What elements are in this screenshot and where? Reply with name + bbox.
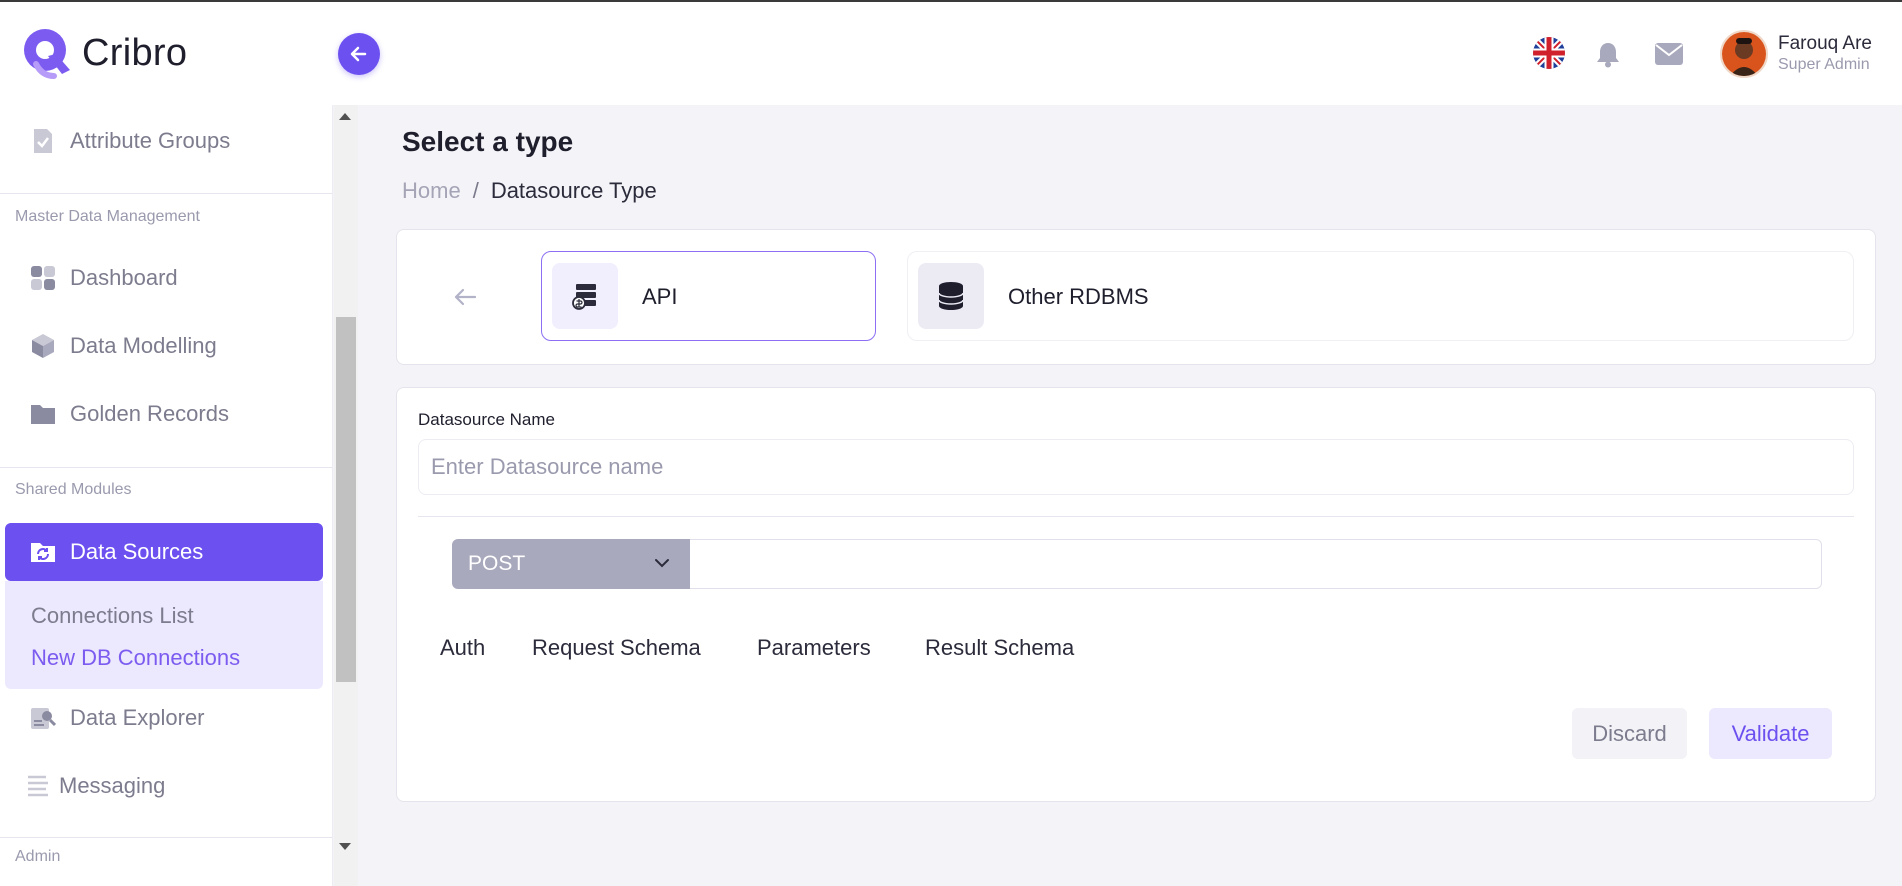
type-option-api[interactable]: API — [541, 251, 876, 341]
sidebar-item-data-explorer[interactable]: Data Explorer — [0, 692, 332, 744]
datasource-name-label: Datasource Name — [418, 410, 556, 429]
breadcrumb-home[interactable]: Home — [402, 178, 461, 204]
tab-request-schema[interactable]: Request Schema — [532, 635, 701, 661]
sidebar-item-data-modelling[interactable]: Data Modelling — [0, 320, 332, 372]
collapse-sidebar-button[interactable] — [338, 33, 380, 75]
bell-icon[interactable] — [1594, 40, 1622, 73]
tab-result-schema[interactable]: Result Schema — [925, 635, 1074, 661]
sidebar-divider — [0, 467, 332, 468]
sidebar-item-messaging[interactable]: Messaging — [0, 760, 332, 812]
page-title: Select a type — [402, 126, 574, 157]
sidebar-item-label: Golden Records — [70, 401, 229, 426]
data-sources-submenu: Connections List New DB Connections — [5, 581, 323, 689]
sidebar-item-label: Data Sources — [70, 539, 204, 564]
database-icon — [918, 263, 984, 329]
arrow-left-icon — [454, 288, 477, 306]
user-search-icon — [31, 708, 56, 729]
endpoint-url-input[interactable] — [690, 539, 1822, 589]
sidebar-item-label: Attribute Groups — [70, 128, 231, 153]
breadcrumb-separator: / — [472, 178, 479, 203]
type-option-label: Other RDBMS — [1008, 284, 1149, 309]
validate-button[interactable]: Validate — [1709, 708, 1832, 759]
server-icon — [552, 263, 618, 329]
datasource-name-input[interactable] — [418, 439, 1854, 495]
tab-parameters[interactable]: Parameters — [757, 635, 871, 661]
sidebar-item-label: Messaging — [59, 773, 166, 798]
sidebar-scrollbar[interactable] — [334, 105, 358, 886]
breadcrumb-current: Datasource Type — [490, 178, 657, 203]
http-method-value: POST — [468, 552, 526, 575]
scrollbar-thumb[interactable] — [336, 317, 356, 682]
folder-icon — [31, 405, 55, 424]
sidebar-divider — [0, 837, 332, 838]
sidebar-item-dashboard[interactable]: Dashboard — [0, 252, 332, 304]
breadcrumb: Home / Datasource Type — [402, 178, 657, 204]
http-method-select[interactable]: POST — [452, 539, 690, 589]
app-logo[interactable]: Cribro — [18, 26, 187, 80]
mail-icon[interactable] — [1654, 42, 1684, 71]
sidebar: Attribute Groups Master Data Management … — [0, 105, 333, 886]
scroll-down-arrow-icon[interactable] — [339, 843, 351, 850]
type-option-other-rdbms[interactable]: Other RDBMS — [907, 251, 1854, 341]
sidebar-divider — [0, 193, 332, 194]
user-name: Farouq Are — [1778, 33, 1872, 54]
grid-icon — [31, 266, 55, 290]
lines-icon — [28, 775, 48, 797]
submenu-item-new-db-connections[interactable]: New DB Connections — [31, 645, 240, 671]
logo-icon — [24, 29, 70, 79]
submenu-item-connections-list[interactable]: Connections List — [31, 603, 194, 629]
discard-button[interactable]: Discard — [1572, 708, 1687, 759]
top-header: Cribro Farouq Are Super Admin — [0, 2, 1902, 105]
user-role: Super Admin — [1778, 56, 1870, 73]
section-title-shared-modules: Shared Modules — [15, 481, 132, 498]
avatar[interactable] — [1720, 30, 1768, 78]
cube-icon — [32, 334, 54, 358]
document-check-icon — [34, 129, 52, 153]
sidebar-item-attribute-groups[interactable]: Attribute Groups — [0, 115, 332, 167]
sidebar-item-label: Data Explorer — [70, 705, 205, 730]
sidebar-item-label: Data Modelling — [70, 333, 217, 358]
sidebar-item-golden-records[interactable]: Golden Records — [0, 388, 332, 440]
chevron-down-icon — [655, 559, 669, 568]
back-button[interactable] — [453, 287, 477, 312]
tab-auth[interactable]: Auth — [440, 635, 485, 661]
app-name: Cribro — [82, 31, 188, 74]
uk-flag-icon[interactable] — [1533, 37, 1565, 69]
section-title-master-data: Master Data Management — [15, 208, 200, 225]
scroll-up-arrow-icon[interactable] — [339, 113, 351, 120]
arrow-left-icon — [350, 46, 367, 62]
type-option-label: API — [642, 284, 678, 309]
form-divider — [418, 516, 1854, 517]
folder-sync-icon — [31, 543, 55, 562]
section-title-admin: Admin — [15, 848, 61, 865]
sidebar-item-label: Dashboard — [70, 265, 178, 290]
sidebar-item-data-sources[interactable]: Data Sources — [5, 523, 323, 581]
